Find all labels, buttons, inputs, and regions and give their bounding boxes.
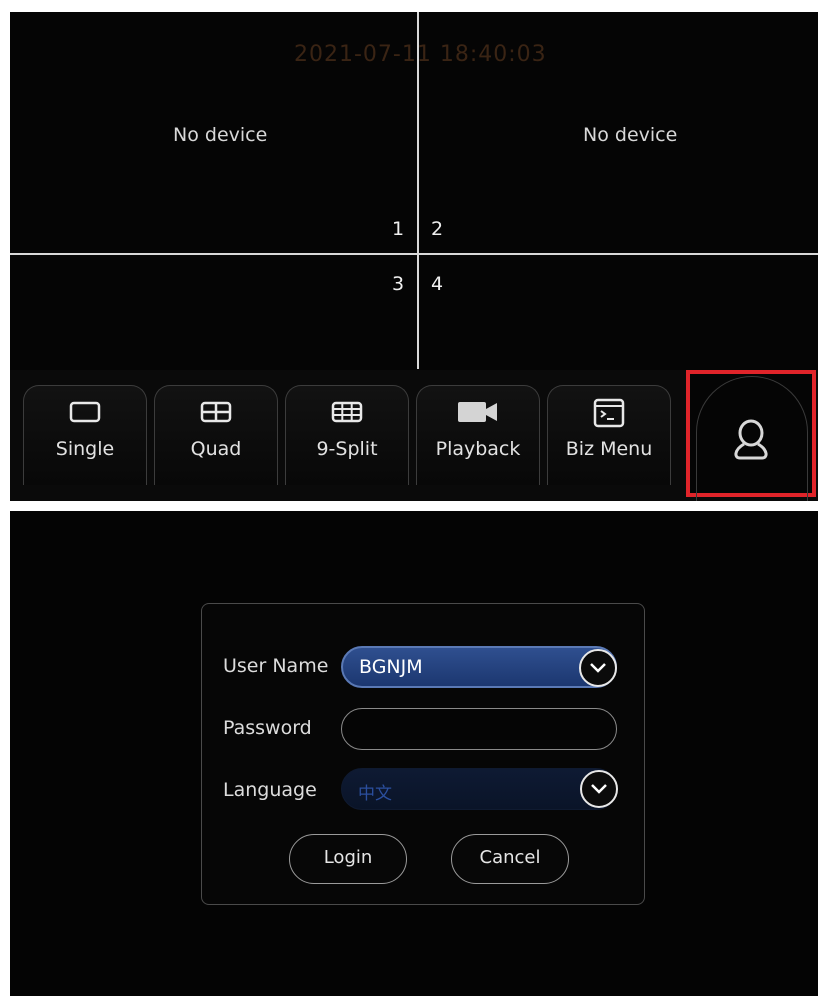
cell-2-status: No device [583,124,678,146]
single-label: Single [55,438,115,460]
cell-2-number: 2 [431,218,444,240]
password-input[interactable] [341,708,617,750]
username-dropdown-button[interactable] [579,649,617,687]
language-label: Language [223,779,317,801]
login-screen: User Name BGNJM Password Language 中文 Log… [10,511,818,996]
cell-1-number: 1 [392,218,405,240]
cell-1-status: No device [173,124,268,146]
terminal-menu-icon [593,398,625,428]
bottom-toolbar: Single Quad 9-Split Playback Biz Menu [10,370,818,501]
single-screen-icon [69,401,101,423]
biz-menu-label: Biz Menu [565,438,653,460]
username-select[interactable]: BGNJM [341,646,617,688]
login-button[interactable]: Login [289,834,407,884]
login-dialog: User Name BGNJM Password Language 中文 Log… [201,603,645,905]
single-button[interactable]: Single [23,385,147,485]
quad-screen-icon [200,401,232,423]
user-icon [734,419,768,460]
video-camera-icon [458,402,497,422]
password-label: Password [223,717,312,739]
cell-4-number: 4 [431,273,444,295]
username-label: User Name [223,655,329,677]
timestamp-overlay: 2021-07-11 18:40:03 [294,42,547,67]
playback-button[interactable]: Playback [416,385,540,485]
quad-label: Quad [190,438,242,460]
language-value: 中文 [358,784,392,804]
cell-3-number: 3 [392,273,405,295]
language-dropdown-button[interactable] [580,770,618,808]
cancel-button[interactable]: Cancel [451,834,569,884]
chevron-down-icon [590,663,606,673]
nine-split-icon [331,401,363,423]
grid-divider-vertical [417,12,419,369]
user-login-button[interactable] [686,370,816,501]
grid-divider-horizontal [10,253,818,255]
language-select[interactable]: 中文 [341,768,618,810]
biz-menu-button[interactable]: Biz Menu [547,385,671,485]
username-value: BGNJM [359,656,423,678]
quad-button[interactable]: Quad [154,385,278,485]
live-view-screen: 2021-07-11 18:40:03 No device No device … [10,12,818,501]
nine-split-button[interactable]: 9-Split [285,385,409,485]
nine-split-label: 9-Split [316,438,378,460]
chevron-down-icon [591,784,607,794]
playback-label: Playback [435,438,521,460]
